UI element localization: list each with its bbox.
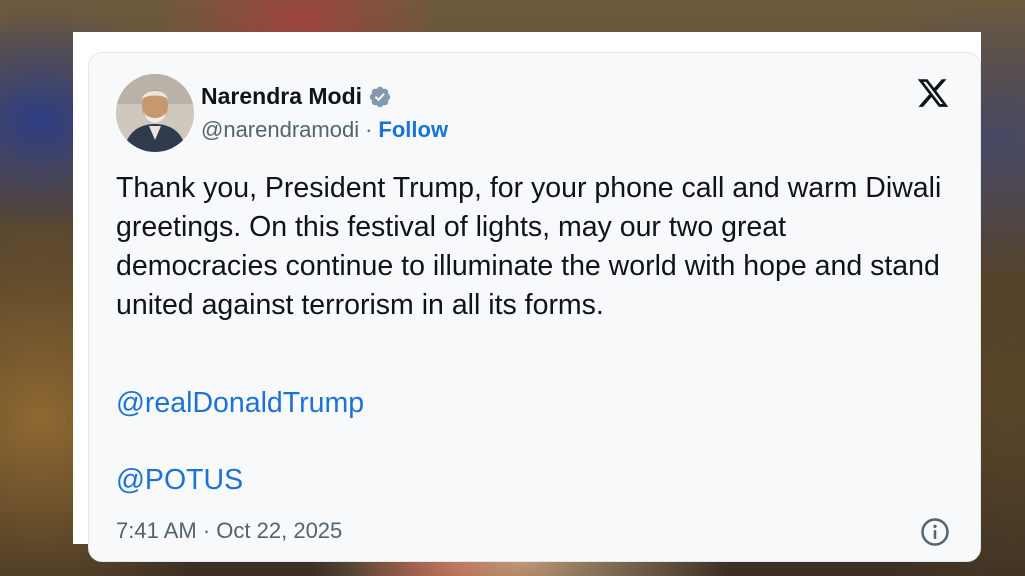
tweet-timestamp[interactable]: 7:41 AM · Oct 22, 2025: [116, 518, 342, 544]
follow-button[interactable]: Follow: [378, 117, 448, 143]
tweet-card-frame: Narendra Modi @narendramodi · Follow Tha…: [73, 32, 981, 562]
separator-dot: ·: [365, 117, 373, 142]
author-name[interactable]: Narendra Modi: [201, 83, 362, 110]
info-icon[interactable]: [920, 517, 950, 547]
tweet-time: 7:41 AM: [116, 518, 197, 543]
author-handle[interactable]: @narendramodi: [201, 117, 359, 143]
x-logo-icon[interactable]: [916, 76, 950, 110]
verified-badge-icon: [369, 86, 391, 107]
avatar-image: [116, 74, 194, 152]
mention-link-realdonaldtrump[interactable]: @realDonaldTrump: [116, 387, 364, 420]
embedded-tweet: Narendra Modi @narendramodi · Follow Tha…: [88, 52, 981, 562]
tweet-date: Oct 22, 2025: [216, 518, 343, 543]
timestamp-separator: ·: [202, 518, 211, 543]
avatar[interactable]: [116, 74, 194, 152]
mention-link-potus[interactable]: @POTUS: [116, 464, 243, 497]
tweet-text: Thank you, President Trump, for your pho…: [116, 172, 942, 321]
